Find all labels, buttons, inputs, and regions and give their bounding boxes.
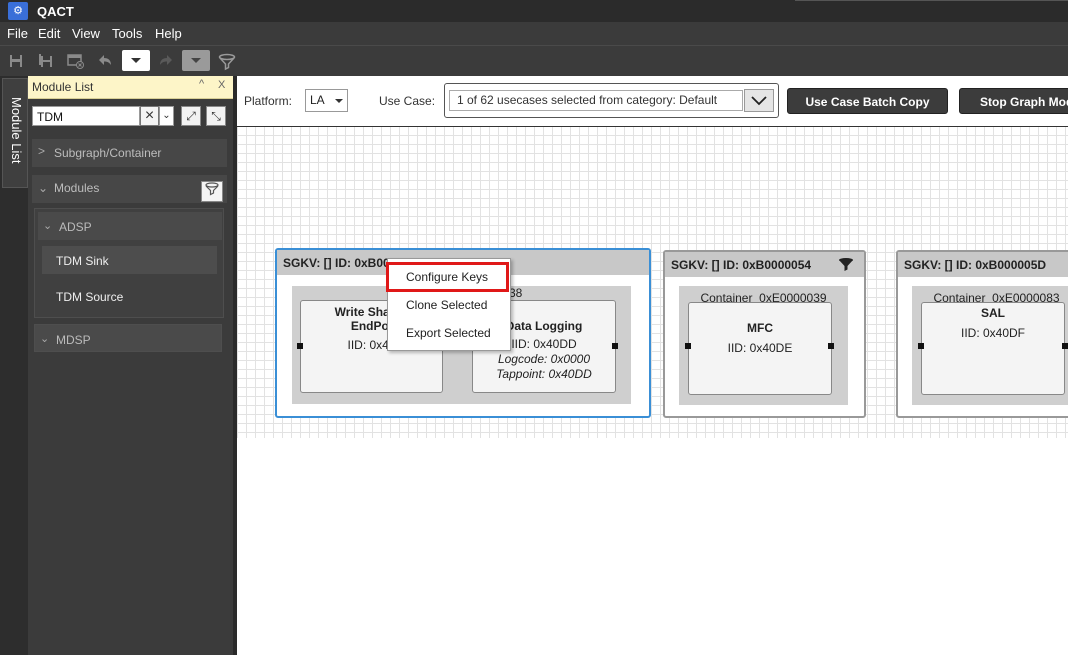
module-title: MFC bbox=[747, 321, 773, 335]
title-bar-divider bbox=[795, 0, 1068, 1]
subgraph-header-label: SGKV: [] ID: 0xB000005D bbox=[904, 258, 1047, 272]
redo-icon[interactable] bbox=[158, 53, 174, 69]
section-mdsp[interactable]: ⌄ MDSP bbox=[34, 324, 222, 352]
chevron-down-icon bbox=[751, 96, 767, 106]
chevron-down-icon bbox=[335, 99, 343, 103]
usecase-batch-copy-button[interactable]: Use Case Batch Copy bbox=[787, 88, 948, 114]
module-filter-icon[interactable] bbox=[201, 181, 223, 202]
menu-tools[interactable]: Tools bbox=[112, 26, 142, 41]
usecase-label: Use Case: bbox=[379, 94, 436, 108]
module-sal[interactable]: SAL IID: 0x40DF bbox=[921, 302, 1065, 395]
collapse-panel-icon[interactable]: ^ bbox=[199, 78, 204, 90]
platform-select[interactable]: LA bbox=[305, 89, 348, 112]
platform-label: Platform: bbox=[244, 94, 293, 108]
filter-icon[interactable] bbox=[218, 53, 236, 71]
undo-history-dropdown[interactable] bbox=[122, 50, 150, 71]
subgraph-filter-icon[interactable] bbox=[838, 257, 854, 276]
module-list-title: Module List bbox=[32, 80, 94, 94]
section-mdsp-label: MDSP bbox=[56, 333, 91, 347]
chevron-down-icon: ⌄ bbox=[38, 181, 49, 195]
module-mfc[interactable]: MFC IID: 0x40DE bbox=[688, 302, 832, 395]
list-item-tdm-source[interactable]: TDM Source bbox=[42, 282, 217, 310]
section-adsp[interactable]: ⌄ ADSP bbox=[38, 212, 222, 240]
subgraph-header[interactable]: SGKV: [] ID: 0xB000005D bbox=[898, 252, 1068, 277]
menu-file[interactable]: File bbox=[7, 26, 28, 41]
module-iid: IID: 0x40DE bbox=[727, 341, 793, 355]
section-subgraph-label: Subgraph/Container bbox=[54, 146, 162, 160]
container-e0000039[interactable]: Container_0xE0000039 MFC IID: 0x40DE bbox=[679, 286, 848, 405]
section-modules-label: Modules bbox=[54, 181, 100, 195]
menu-item-clone-selected[interactable]: Clone Selected bbox=[388, 292, 508, 318]
usecase-select[interactable]: 1 of 62 usecases selected from category:… bbox=[449, 90, 743, 111]
list-item-label: TDM Source bbox=[56, 290, 124, 304]
module-output-port[interactable] bbox=[1062, 343, 1068, 349]
module-iid: IID: 0x40DF bbox=[960, 326, 1026, 340]
module-list-dock-tab-label: Module List bbox=[9, 97, 24, 164]
usecase-dropdown-button[interactable] bbox=[744, 89, 774, 112]
list-item-label: TDM Sink bbox=[56, 254, 109, 268]
highlight-annotation bbox=[386, 262, 509, 292]
menu-item-label: Clone Selected bbox=[406, 298, 488, 312]
expand-all-icon[interactable]: ⤢ bbox=[181, 106, 201, 126]
menu-item-label: Export Selected bbox=[406, 326, 491, 340]
clear-search-icon[interactable]: × bbox=[140, 106, 159, 126]
subgraph-b000005d[interactable]: SGKV: [] ID: 0xB000005D Container_0xE000… bbox=[896, 250, 1068, 418]
qact-app-icon: ⚙ bbox=[8, 2, 28, 20]
search-history-dropdown[interactable]: ⌄ bbox=[159, 106, 174, 126]
redo-history-dropdown[interactable] bbox=[182, 50, 210, 71]
section-adsp-label: ADSP bbox=[59, 220, 92, 234]
stop-graph-mode-button[interactable]: Stop Graph Mod bbox=[959, 88, 1068, 114]
module-input-port[interactable] bbox=[685, 343, 691, 349]
close-doc-icon[interactable] bbox=[67, 53, 84, 69]
list-item-tdm-sink[interactable]: TDM Sink bbox=[42, 246, 217, 274]
title-bar: ⚙ QACT bbox=[0, 0, 1068, 22]
close-panel-icon[interactable]: X bbox=[218, 79, 225, 91]
chevron-down-icon: ⌄ bbox=[43, 220, 53, 232]
container-label: 38 bbox=[509, 286, 523, 300]
menu-help[interactable]: Help bbox=[155, 26, 182, 41]
collapse-all-icon[interactable]: ⤡ bbox=[206, 106, 226, 126]
chevron-down-icon: ⌄ bbox=[40, 333, 50, 345]
app-title: QACT bbox=[37, 4, 74, 19]
save-all-icon[interactable] bbox=[38, 53, 54, 69]
module-output-port[interactable] bbox=[612, 343, 618, 349]
toolbar bbox=[0, 45, 1068, 77]
subgraph-b0000054[interactable]: SGKV: [] ID: 0xB0000054 Container_0xE000… bbox=[663, 250, 866, 418]
module-output-port[interactable] bbox=[828, 343, 834, 349]
module-list-header: Module List ^ X bbox=[28, 76, 233, 99]
section-modules[interactable]: ⌄ Modules bbox=[32, 175, 227, 203]
subgraph-header[interactable]: SGKV: [] ID: 0xB0000054 bbox=[665, 252, 864, 277]
undo-icon[interactable] bbox=[97, 53, 113, 69]
platform-value: LA bbox=[310, 93, 325, 107]
section-subgraph-container[interactable]: > Subgraph/Container bbox=[32, 139, 227, 167]
menu-bar: File Edit View Tools Help bbox=[0, 22, 1068, 45]
module-input-port[interactable] bbox=[297, 343, 303, 349]
save-icon[interactable] bbox=[8, 53, 24, 69]
module-search-input[interactable]: TDM bbox=[32, 106, 140, 126]
chevron-right-icon: > bbox=[38, 144, 46, 158]
menu-view[interactable]: View bbox=[72, 26, 100, 41]
menu-edit[interactable]: Edit bbox=[38, 26, 60, 41]
module-list-dock-tab[interactable]: Module List bbox=[2, 78, 28, 188]
menu-item-export-selected[interactable]: Export Selected bbox=[388, 320, 508, 346]
module-title: SAL bbox=[981, 306, 1005, 320]
module-input-port[interactable] bbox=[918, 343, 924, 349]
subgraph-header-label: SGKV: [] ID: 0xB0000054 bbox=[671, 258, 812, 272]
module-tappoint: Tappoint: 0x40DD bbox=[496, 367, 592, 381]
module-logcode: Logcode: 0x0000 bbox=[497, 352, 591, 366]
container-e0000083[interactable]: Container_0xE0000083 SAL IID: 0x40DF bbox=[912, 286, 1068, 405]
